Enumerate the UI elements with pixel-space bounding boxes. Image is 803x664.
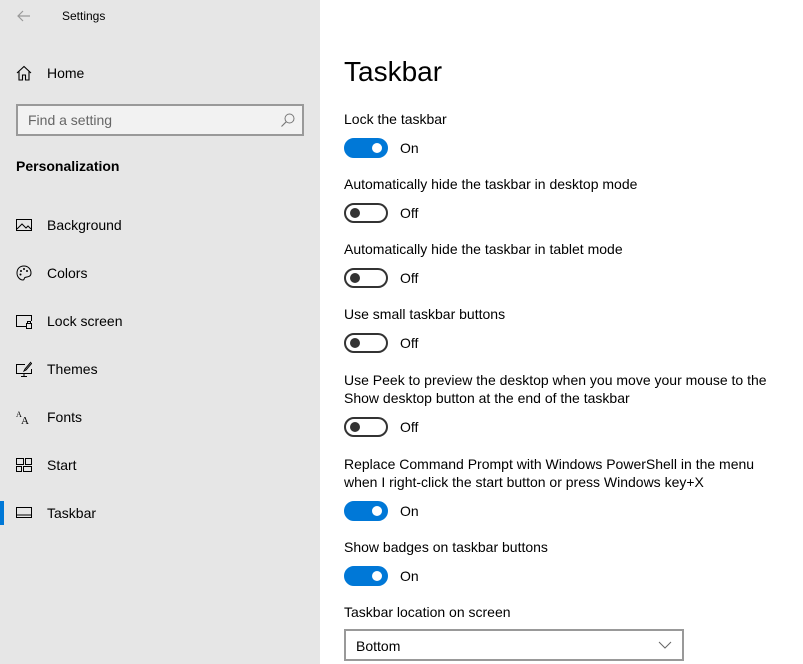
toggle-switch[interactable] (344, 417, 388, 437)
toggle-state: On (400, 140, 419, 156)
app-title: Settings (62, 9, 106, 23)
home-label: Home (47, 65, 85, 81)
autohide-desktop-toggle[interactable]: Off (344, 203, 418, 223)
toggle-state: On (400, 503, 419, 519)
setting-label: Automatically hide the taskbar in deskto… (344, 176, 638, 192)
picture-icon (16, 219, 32, 231)
toggle-state: Off (400, 270, 419, 286)
setting-badges: Show badges on taskbar buttons On (344, 538, 784, 586)
toggle-switch[interactable] (344, 138, 388, 158)
back-button[interactable] (12, 4, 36, 28)
back-arrow-icon (17, 10, 30, 22)
sidebar-item-label: Start (47, 457, 77, 473)
sidebar-item-colors[interactable]: Colors (0, 253, 320, 293)
start-icon (16, 458, 32, 472)
sidebar: Settings Home Personalization Background… (0, 0, 320, 664)
title-bar: Settings (0, 0, 320, 32)
toggle-switch[interactable] (344, 203, 388, 223)
location-dropdown[interactable]: Bottom (344, 629, 684, 661)
toggle-state: Off (400, 419, 419, 435)
sidebar-item-taskbar[interactable]: Taskbar (0, 493, 320, 533)
main-content: Taskbar Lock the taskbar On Automaticall… (320, 0, 803, 664)
toggle-switch[interactable] (344, 566, 388, 586)
toggle-switch[interactable] (344, 268, 388, 288)
search-box (16, 104, 304, 136)
toggle-state: On (400, 568, 419, 584)
sidebar-item-label: Themes (47, 361, 98, 377)
autohide-tablet-toggle[interactable]: Off (344, 268, 418, 288)
setting-label: Replace Command Prompt with Windows Powe… (344, 456, 755, 490)
setting-autohide-desktop: Automatically hide the taskbar in deskto… (344, 175, 784, 223)
setting-lock-taskbar: Lock the taskbar On (344, 110, 784, 158)
toggle-state: Off (400, 335, 419, 351)
svg-text:A: A (21, 415, 29, 425)
sidebar-item-lock-screen[interactable]: Lock screen (0, 301, 320, 341)
setting-label: Use small taskbar buttons (344, 306, 506, 322)
sidebar-item-fonts[interactable]: AA Fonts (0, 397, 320, 437)
sidebar-item-themes[interactable]: Themes (0, 349, 320, 389)
section-title: Personalization (16, 158, 120, 174)
sidebar-item-label: Background (47, 217, 122, 233)
taskbar-icon (16, 507, 32, 518)
peek-toggle[interactable]: Off (344, 417, 418, 437)
setting-label: Automatically hide the taskbar in tablet… (344, 241, 623, 257)
setting-powershell: Replace Command Prompt with Windows Powe… (344, 455, 784, 521)
themes-icon (16, 361, 32, 377)
fonts-icon: AA (16, 410, 29, 425)
search-input[interactable] (18, 106, 268, 134)
sidebar-item-label: Lock screen (47, 313, 123, 329)
setting-small-buttons: Use small taskbar buttons Off (344, 305, 784, 353)
setting-label: Show badges on taskbar buttons (344, 539, 548, 555)
location-label: Taskbar location on screen (344, 604, 511, 620)
sidebar-item-label: Colors (47, 265, 88, 281)
powershell-toggle[interactable]: On (344, 501, 419, 521)
setting-location: Taskbar location on screen (344, 603, 784, 621)
sidebar-item-label: Fonts (47, 409, 83, 425)
sidebar-item-start[interactable]: Start (0, 445, 320, 485)
lock-screen-icon (16, 315, 32, 329)
palette-icon (16, 265, 32, 281)
small-buttons-toggle[interactable]: Off (344, 333, 418, 353)
page-title: Taskbar (344, 56, 443, 87)
setting-label: Use Peek to preview the desktop when you… (344, 372, 767, 406)
toggle-state: Off (400, 205, 419, 221)
toggle-switch[interactable] (344, 333, 388, 353)
lock-taskbar-toggle[interactable]: On (344, 138, 419, 158)
search-icon[interactable] (280, 112, 296, 128)
chevron-down-icon (658, 641, 672, 649)
sidebar-item-label: Taskbar (47, 505, 97, 521)
badges-toggle[interactable]: On (344, 566, 419, 586)
setting-peek: Use Peek to preview the desktop when you… (344, 371, 784, 437)
home-link[interactable]: Home (16, 62, 84, 84)
sidebar-item-background[interactable]: Background (0, 205, 320, 245)
toggle-switch[interactable] (344, 501, 388, 521)
setting-autohide-tablet: Automatically hide the taskbar in tablet… (344, 240, 784, 288)
selected-indicator (0, 501, 4, 525)
location-value: Bottom (356, 638, 401, 654)
setting-label: Lock the taskbar (344, 111, 447, 127)
home-icon (16, 65, 32, 81)
